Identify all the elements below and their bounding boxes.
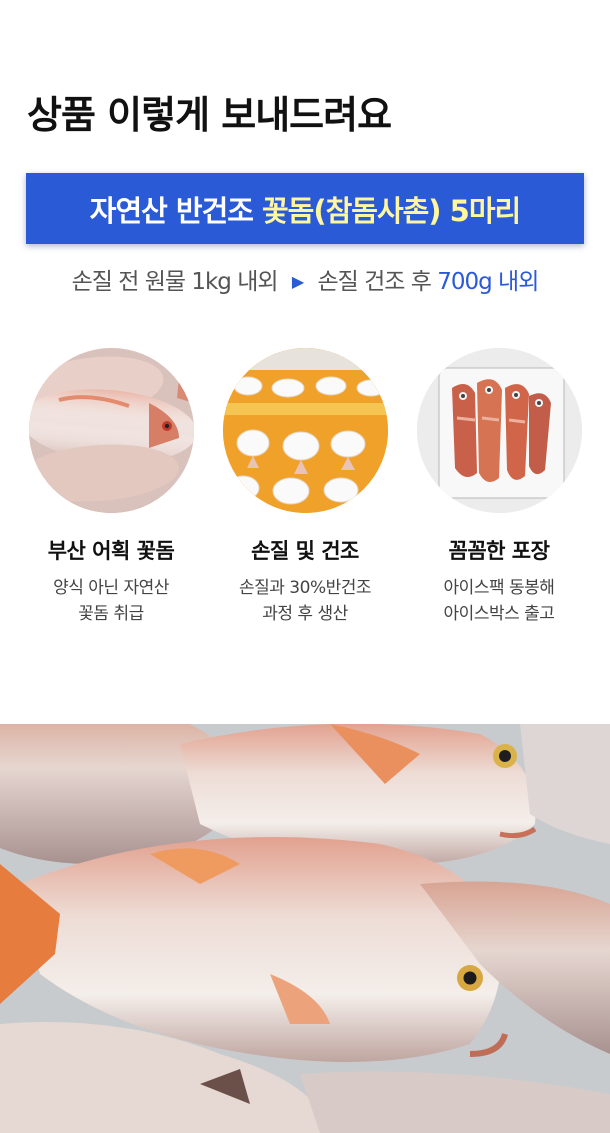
drying-rack-image [222, 348, 388, 513]
feature-title: 꼼꼼한 포장 [448, 539, 550, 563]
feature-description: 손질과 30%반건조 과정 후 생산 [210, 575, 400, 627]
feature-description: 아이스팩 동봉해 아이스박스 출고 [404, 575, 594, 627]
fish-closeup-photo [0, 724, 610, 1133]
feature-description-line: 아이스박스 출고 [443, 604, 555, 624]
feature-description-line: 꽃돔 취급 [78, 604, 144, 624]
feature-item: 꼼꼼한 포장 아이스팩 동봉해 아이스박스 출고 [404, 348, 594, 627]
banner-text: 자연산 반건조 [89, 193, 254, 228]
after-label: 손질 건조 후 [317, 269, 431, 295]
vacuum-package-image [416, 348, 582, 513]
feature-description: 양식 아닌 자연산 꽃돔 취급 [16, 575, 206, 627]
feature-item: 손질 및 건조 손질과 30%반건조 과정 후 생산 [210, 348, 400, 627]
feature-description-line: 양식 아닌 자연산 [53, 578, 169, 598]
banner-highlight: 꽃돔(참돔사촌) 5마리 [261, 193, 521, 228]
feature-title: 부산 어획 꽃돔 [47, 539, 175, 563]
feature-description-line: 아이스팩 동봉해 [443, 578, 555, 598]
play-arrow-icon: ▶ [291, 272, 304, 291]
fresh-fish-image [28, 348, 194, 513]
feature-description-line: 과정 후 생산 [262, 604, 348, 624]
before-weight: 손질 전 원물 1kg 내외 [71, 269, 279, 295]
after-weight: 700g 내외 [437, 269, 539, 295]
feature-description-line: 손질과 30%반건조 [238, 578, 372, 598]
feature-list: 부산 어획 꽃돔 양식 아닌 자연산 꽃돔 취급 손질 및 건조 손질과 30%… [0, 348, 610, 648]
page-heading: 상품 이렇게 보내드려요 [27, 93, 392, 137]
product-banner: 자연산 반건조 꽃돔(참돔사촌) 5마리 [26, 173, 584, 244]
process-weight-line: 손질 전 원물 1kg 내외 ▶ 손질 건조 후 700g 내외 [0, 262, 610, 296]
feature-item: 부산 어획 꽃돔 양식 아닌 자연산 꽃돔 취급 [16, 348, 206, 627]
feature-title: 손질 및 건조 [251, 539, 359, 563]
